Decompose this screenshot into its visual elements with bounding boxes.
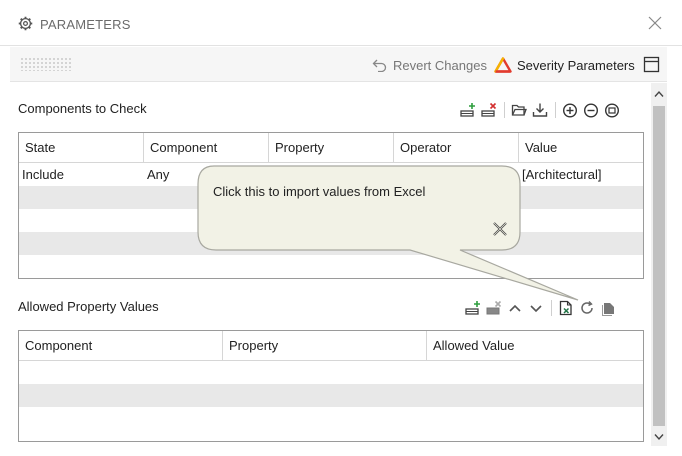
toolbar-divider — [551, 300, 552, 316]
add-circle-icon[interactable] — [562, 102, 578, 118]
table-row[interactable] — [19, 361, 643, 384]
table-row[interactable] — [19, 232, 643, 255]
excel-import-icon[interactable] — [558, 300, 574, 316]
toolbar-divider — [504, 102, 505, 118]
column-header-allowed-value[interactable]: Allowed Value — [427, 331, 643, 361]
cell-state[interactable]: Include — [19, 163, 144, 186]
parameters-content: Components to Check State Component Prop… — [10, 83, 651, 446]
severity-parameters-label: Severity Parameters — [517, 57, 635, 73]
table-row[interactable]: Include Any [Architectural] — [19, 163, 643, 186]
cell-operator[interactable] — [394, 163, 519, 186]
allowed-values-table-header: Component Property Allowed Value — [19, 331, 643, 361]
undo-icon — [372, 59, 387, 72]
allowed-values-table: Component Property Allowed Value — [18, 330, 644, 442]
chevron-up-icon[interactable] — [507, 300, 523, 316]
revert-changes-label: Revert Changes — [393, 57, 487, 73]
table-row[interactable] — [19, 209, 643, 232]
table-row[interactable] — [19, 384, 643, 407]
delete-row-icon[interactable] — [481, 102, 497, 118]
column-header-component[interactable]: Component — [144, 133, 269, 163]
vertical-scrollbar[interactable] — [651, 83, 667, 446]
remove-circle-icon[interactable] — [583, 102, 599, 118]
title-bar: PARAMETERS — [0, 0, 682, 46]
components-toolbar — [460, 102, 625, 118]
toolbar-divider — [555, 102, 556, 118]
scrollbar-thumb[interactable] — [653, 106, 665, 426]
add-row-icon[interactable] — [465, 300, 481, 316]
drag-grip-icon[interactable] — [20, 57, 72, 71]
close-icon[interactable] — [491, 220, 509, 238]
column-header-state[interactable]: State — [19, 133, 144, 163]
column-header-operator[interactable]: Operator — [394, 133, 519, 163]
severity-parameters-button[interactable]: Severity Parameters — [494, 56, 635, 74]
delete-row-icon[interactable] — [486, 300, 502, 316]
column-header-value[interactable]: Value — [519, 133, 643, 163]
gear-icon — [18, 16, 33, 31]
open-folder-icon[interactable] — [511, 102, 527, 118]
column-header-component[interactable]: Component — [19, 331, 223, 361]
cell-value[interactable]: [Architectural] — [519, 163, 643, 186]
allowed-values-section-title: Allowed Property Values — [18, 299, 159, 314]
allowed-values-toolbar — [465, 300, 621, 316]
column-header-property[interactable]: Property — [269, 133, 394, 163]
toolbar: Revert Changes Severity Parameters — [10, 47, 667, 82]
close-icon[interactable] — [647, 15, 663, 31]
scroll-down-icon[interactable] — [654, 433, 664, 441]
chevron-down-icon[interactable] — [528, 300, 544, 316]
refresh-icon[interactable] — [579, 300, 595, 316]
tooltip-text: Click this to import values from Excel — [213, 184, 426, 199]
cell-property[interactable] — [269, 163, 394, 186]
table-row[interactable] — [19, 407, 643, 430]
panel-toggle-icon[interactable] — [643, 56, 660, 73]
severity-triangle-icon — [494, 57, 512, 73]
column-header-property[interactable]: Property — [223, 331, 427, 361]
components-section-title: Components to Check — [18, 101, 147, 116]
window-title: PARAMETERS — [40, 17, 131, 32]
clear-icon[interactable] — [600, 300, 616, 316]
revert-changes-button[interactable]: Revert Changes — [372, 56, 487, 74]
download-icon[interactable] — [532, 102, 548, 118]
add-row-icon[interactable] — [460, 102, 476, 118]
cell-component[interactable]: Any — [144, 163, 269, 186]
scroll-up-icon[interactable] — [654, 90, 664, 98]
clear-icon[interactable] — [604, 102, 620, 118]
components-table-header: State Component Property Operator Value — [19, 133, 643, 163]
components-table: State Component Property Operator Value … — [18, 132, 644, 279]
